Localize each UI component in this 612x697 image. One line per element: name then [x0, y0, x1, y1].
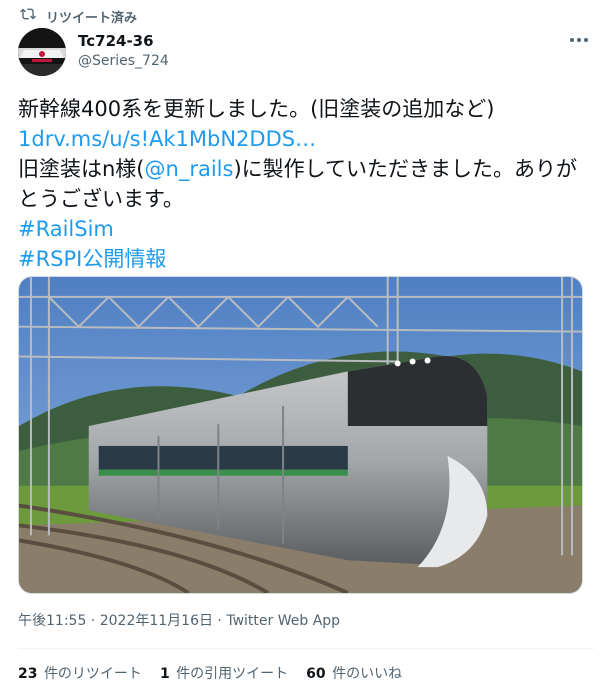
mention-link[interactable]: @n_rails: [145, 157, 234, 181]
tweet-text: 新幹線400系を更新しました。(旧塗装の追加など) 1drv.ms/u/s!Ak…: [18, 94, 594, 274]
likes-stat[interactable]: 60 件のいいね: [306, 664, 402, 684]
more-button[interactable]: [566, 30, 592, 50]
more-icon: [570, 38, 574, 42]
tweet-stats: 23 件のリツイート 1 件の引用ツイート 60 件のいいね: [18, 664, 402, 684]
tweet-link[interactable]: 1drv.ms/u/s!Ak1MbN2DDS…: [18, 127, 316, 151]
hashtag-railsim[interactable]: #RailSim: [18, 217, 114, 241]
hashtag-rspi[interactable]: #RSPI公開情報: [18, 247, 166, 271]
tweet-image[interactable]: [18, 276, 583, 594]
tweet-line: 新幹線400系を更新しました。(旧塗装の追加など): [18, 97, 495, 121]
tweet-meta: 午後11:55 · 2022年11月16日 · Twitter Web App: [18, 613, 341, 629]
user-info[interactable]: Tc724-36 @Series_724: [78, 31, 169, 71]
quotes-stat[interactable]: 1 件の引用ツイート: [160, 664, 288, 684]
divider: [18, 648, 594, 649]
retweet-header: リツイート済み: [20, 6, 138, 26]
user-handle[interactable]: @Series_724: [78, 51, 169, 71]
tweet-source[interactable]: Twitter Web App: [226, 613, 340, 629]
retweet-label: リツイート済み: [46, 10, 138, 26]
tweet-date[interactable]: 2022年11月16日: [100, 613, 213, 629]
display-name[interactable]: Tc724-36: [78, 31, 169, 51]
tweet-line: 旧塗装はn様(@n_rails)に製作していただきました。ありがとうございます。: [18, 157, 577, 211]
retweet-icon: [20, 6, 36, 26]
avatar[interactable]: [18, 28, 66, 76]
retweets-stat[interactable]: 23 件のリツイート: [18, 664, 142, 684]
tweet-time[interactable]: 午後11:55: [18, 613, 86, 629]
